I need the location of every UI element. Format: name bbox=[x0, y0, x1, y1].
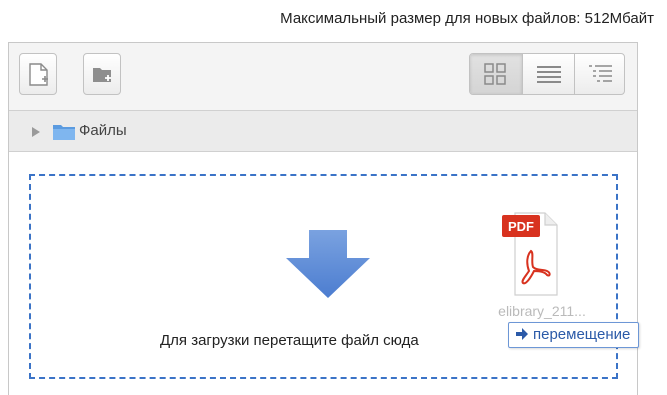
expand-arrow-icon[interactable] bbox=[31, 125, 41, 143]
path-folder-label[interactable]: Файлы bbox=[79, 122, 127, 139]
folder-icon bbox=[52, 122, 76, 147]
move-arrow-icon bbox=[516, 328, 528, 340]
pdf-type-label: PDF bbox=[508, 219, 534, 234]
view-mode-switch bbox=[469, 53, 625, 95]
drop-arrow-icon bbox=[282, 228, 374, 305]
icons-view-button[interactable] bbox=[470, 54, 522, 94]
drag-move-tooltip: перемещение bbox=[508, 322, 640, 348]
file-manager-toolbar bbox=[9, 43, 637, 111]
dragged-file-name: elibrary_211... bbox=[498, 303, 586, 319]
file-manager: Файлы Для загрузки перетащите файл сюда … bbox=[8, 42, 640, 395]
add-file-button[interactable] bbox=[19, 53, 57, 95]
drop-instruction: Для загрузки перетащите файл сюда bbox=[160, 332, 419, 349]
file-drop-zone[interactable]: Для загрузки перетащите файл сюда PDF el… bbox=[29, 174, 640, 379]
drag-move-label: перемещение bbox=[533, 326, 631, 343]
pdf-file-icon[interactable]: PDF bbox=[501, 209, 561, 302]
path-bar: Файлы bbox=[9, 111, 637, 152]
tree-view-button[interactable] bbox=[574, 54, 624, 94]
max-file-size-label: Максимальный размер для новых файлов: 51… bbox=[280, 10, 654, 27]
list-view-button[interactable] bbox=[522, 54, 574, 94]
create-folder-button[interactable] bbox=[83, 53, 121, 95]
